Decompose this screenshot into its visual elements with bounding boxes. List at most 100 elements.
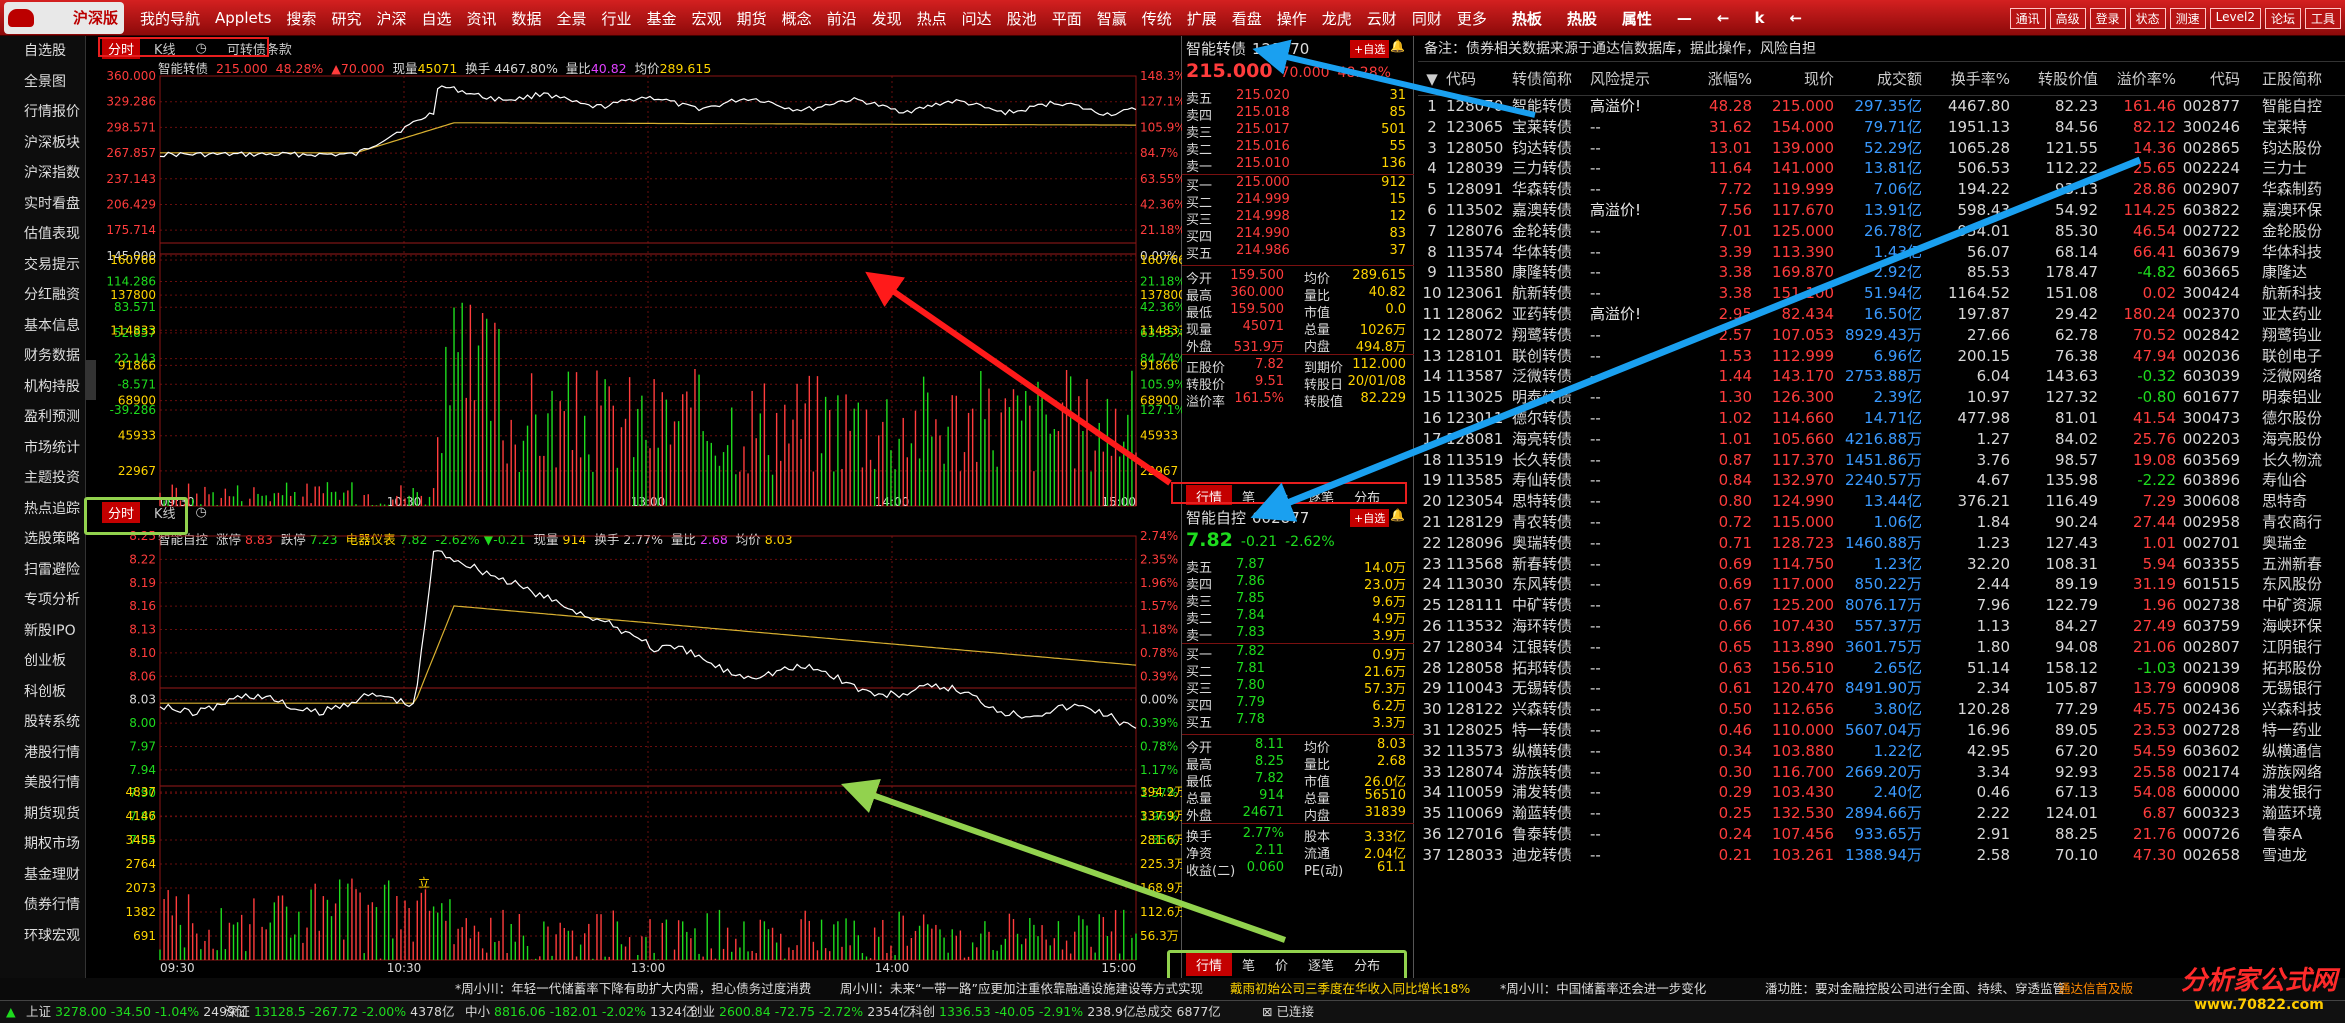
header-col-6[interactable]: 成交额 bbox=[1834, 62, 1922, 95]
sidebar-item-11[interactable]: 机构持股 bbox=[0, 372, 85, 403]
sidebar-collapse-handle[interactable] bbox=[86, 360, 96, 400]
table-row[interactable]: 27 128034 江银转债 -- 0.65 113.890 3601.75万 1.80 94.… bbox=[1418, 637, 2345, 658]
table-row[interactable]: 35 110069 瀚蓝转债 -- 0.25 132.530 2894.66万 2.22 124… bbox=[1418, 803, 2345, 824]
sys-button-6[interactable]: 论坛 bbox=[2264, 8, 2301, 29]
menu-item-24[interactable]: 操作 bbox=[1277, 8, 1307, 29]
table-row[interactable]: 37 128033 迪龙转债 -- 0.21 103.261 1388.94万 2.58 70.… bbox=[1418, 845, 2345, 866]
sidebar-item-24[interactable]: 美股行情 bbox=[0, 768, 85, 799]
table-row[interactable]: 28 128058 拓邦转债 -- 0.63 156.510 2.65亿 51.14 158.1… bbox=[1418, 658, 2345, 679]
sys-button-4[interactable]: 测速 bbox=[2169, 8, 2206, 29]
menu-item-32[interactable]: — bbox=[1677, 9, 1692, 27]
table-row[interactable]: 10 123061 航新转债 -- 3.38 151.100 51.94亿 1164.52 15… bbox=[1418, 283, 2345, 304]
menu-item-5[interactable]: 自选 bbox=[421, 8, 451, 29]
sys-button-7[interactable]: 工具 bbox=[2304, 8, 2341, 29]
table-row[interactable]: 14 113587 泛微转债 -- 1.44 143.170 2753.88万 6.04 143… bbox=[1418, 366, 2345, 387]
table-row[interactable]: 1 128070 智能转债 高溢价! 48.28 215.000 297.35亿 4467.8… bbox=[1418, 96, 2345, 117]
table-row[interactable]: 25 128111 中矿转债 -- 0.67 125.200 8076.17万 7.96 122… bbox=[1418, 595, 2345, 616]
header-col-7[interactable]: 换手率% bbox=[1922, 62, 2010, 95]
sys-button-2[interactable]: 登录 bbox=[2089, 8, 2126, 29]
menu-item-8[interactable]: 全景 bbox=[557, 8, 587, 29]
sidebar-item-19[interactable]: 新股IPO bbox=[0, 616, 85, 647]
status-cy[interactable]: 创业 2600.84 -72.75 -2.72% 2354亿 bbox=[690, 1001, 912, 1023]
table-row[interactable]: 2 123065 宝莱转债 -- 31.62 154.000 79.71亿 1951.13 84… bbox=[1418, 117, 2345, 138]
sidebar-item-17[interactable]: 扫雷避险 bbox=[0, 555, 85, 586]
table-row[interactable]: 34 110059 浦发转债 -- 0.29 103.430 2.40亿 0.46 67.13 5… bbox=[1418, 782, 2345, 803]
menu-item-13[interactable]: 概念 bbox=[782, 8, 812, 29]
header-col-2[interactable]: 转债简称 bbox=[1512, 62, 1590, 95]
sidebar-item-13[interactable]: 市场统计 bbox=[0, 433, 85, 464]
top-price-volume-chart[interactable]: 360.000 329.286 298.571 267.857 237.143 206.4… bbox=[96, 36, 1182, 510]
table-row[interactable]: 8 113574 华体转债 -- 3.39 113.390 1.43亿 56.07 68.14 6… bbox=[1418, 242, 2345, 263]
menu-item-15[interactable]: 发现 bbox=[872, 8, 902, 29]
sys-button-1[interactable]: 高级 bbox=[2049, 8, 2086, 29]
table-row[interactable]: 9 113580 康隆转债 -- 3.38 169.870 2.92亿 85.53 178.47… bbox=[1418, 262, 2345, 283]
menu-item-7[interactable]: 数据 bbox=[512, 8, 542, 29]
header-col-5[interactable]: 现价 bbox=[1752, 62, 1834, 95]
menu-item-25[interactable]: 龙虎 bbox=[1322, 8, 1352, 29]
table-row[interactable]: 4 128039 三力转债 -- 11.64 141.000 13.81亿 506.53 112… bbox=[1418, 158, 2345, 179]
sidebar-item-2[interactable]: 行情报价 bbox=[0, 97, 85, 128]
table-row[interactable]: 17 128081 海亮转债 -- 1.01 105.660 4216.88万 1.27 84.… bbox=[1418, 429, 2345, 450]
menu-item-10[interactable]: 基金 bbox=[647, 8, 677, 29]
sidebar-item-27[interactable]: 基金理财 bbox=[0, 860, 85, 891]
menu-item-0[interactable]: 我的导航 bbox=[140, 8, 200, 29]
sidebar-item-18[interactable]: 专项分析 bbox=[0, 585, 85, 616]
table-row[interactable]: 22 128096 奥瑞转债 -- 0.71 128.723 1460.88万 1.23 127… bbox=[1418, 533, 2345, 554]
sidebar-item-23[interactable]: 港股行情 bbox=[0, 738, 85, 769]
table-row[interactable]: 11 128062 亚药转债 高溢价! 2.95 82.434 16.50亿 197.87 29… bbox=[1418, 304, 2345, 325]
table-row[interactable]: 18 113519 长久转债 -- 0.87 117.370 1451.86万 3.76 98.… bbox=[1418, 450, 2345, 471]
table-row[interactable]: 30 128122 兴森转债 -- 0.50 112.656 3.80亿 120.28 77.2… bbox=[1418, 699, 2345, 720]
table-row[interactable]: 21 128129 青农转债 -- 0.72 115.000 1.06亿 1.84 90.24 2… bbox=[1418, 512, 2345, 533]
table-row[interactable]: 23 113568 新春转债 -- 0.69 114.750 1.23亿 32.20 108.3… bbox=[1418, 554, 2345, 575]
sidebar-item-29[interactable]: 环球宏观 bbox=[0, 921, 85, 952]
sys-button-3[interactable]: 状态 bbox=[2129, 8, 2166, 29]
sys-button-5[interactable]: Level2 bbox=[2209, 8, 2261, 29]
menu-item-19[interactable]: 平面 bbox=[1052, 8, 1082, 29]
table-row[interactable]: 29 110043 无锡转债 -- 0.61 120.470 8491.90万 2.34 105… bbox=[1418, 678, 2345, 699]
menu-item-3[interactable]: 研究 bbox=[331, 8, 361, 29]
menu-item-27[interactable]: 同财 bbox=[1412, 8, 1442, 29]
menu-item-12[interactable]: 期货 bbox=[737, 8, 767, 29]
menu-item-28[interactable]: 更多 bbox=[1457, 8, 1487, 29]
header-col-11[interactable]: 正股简称 bbox=[2240, 62, 2332, 95]
table-row[interactable]: 19 113585 寿仙转债 -- 0.84 132.970 2240.57万 4.67 135… bbox=[1418, 470, 2345, 491]
menu-item-29[interactable]: 热板 bbox=[1512, 8, 1542, 29]
sidebar-item-1[interactable]: 全景图 bbox=[0, 67, 85, 98]
header-col-1[interactable]: 代码 bbox=[1446, 62, 1512, 95]
table-row[interactable]: 3 128050 钧达转债 -- 13.01 139.000 52.29亿 1065.28 12… bbox=[1418, 138, 2345, 159]
bell-icon[interactable]: 🔔 bbox=[1390, 39, 1405, 53]
status-sh[interactable]: 上证 3278.00 -34.50 -1.04% 2499亿 bbox=[26, 1001, 248, 1023]
bottom-price-volume-chart[interactable]: 8.258.228.198.168.138.108.068.038.007.97… bbox=[96, 500, 1182, 978]
menu-item-30[interactable]: 热股 bbox=[1567, 8, 1597, 29]
sidebar-item-20[interactable]: 创业板 bbox=[0, 646, 85, 677]
bell-icon[interactable]: 🔔 bbox=[1390, 508, 1405, 522]
sidebar-item-5[interactable]: 实时看盘 bbox=[0, 189, 85, 220]
table-row[interactable]: 5 128091 华森转债 -- 7.72 119.999 7.06亿 194.22 93.13… bbox=[1418, 179, 2345, 200]
menu-item-2[interactable]: 搜索 bbox=[286, 8, 316, 29]
sidebar-item-8[interactable]: 分红融资 bbox=[0, 280, 85, 311]
menu-item-11[interactable]: 宏观 bbox=[692, 8, 722, 29]
table-row[interactable]: 7 128076 金轮转债 -- 7.01 125.000 26.78亿 954.01 85.3… bbox=[1418, 221, 2345, 242]
sidebar-item-6[interactable]: 估值表现 bbox=[0, 219, 85, 250]
menu-item-18[interactable]: 股池 bbox=[1007, 8, 1037, 29]
sidebar-item-3[interactable]: 沪深板块 bbox=[0, 128, 85, 159]
sys-button-0[interactable]: 通讯 bbox=[2009, 8, 2046, 29]
sidebar-item-15[interactable]: 热点追踪 bbox=[0, 494, 85, 525]
news-ticker[interactable]: *周小川：年轻一代储蓄率下降有助扩大内需，担心债务过度消费 周小川：未来“一带一… bbox=[0, 978, 2345, 1000]
menu-item-16[interactable]: 热点 bbox=[917, 8, 947, 29]
menu-item-1[interactable]: Applets bbox=[215, 9, 271, 27]
header-sort-icon[interactable]: ▼ bbox=[1418, 62, 1446, 95]
sidebar-item-0[interactable]: 自选股 bbox=[0, 36, 85, 67]
header-col-10[interactable]: 代码 bbox=[2176, 62, 2240, 95]
menu-item-9[interactable]: 行业 bbox=[602, 8, 632, 29]
menu-item-35[interactable]: ← bbox=[1789, 9, 1802, 27]
menu-item-6[interactable]: 资讯 bbox=[466, 8, 496, 29]
menu-item-22[interactable]: 扩展 bbox=[1187, 8, 1217, 29]
menu-item-34[interactable]: k bbox=[1754, 9, 1764, 27]
menu-item-17[interactable]: 问达 bbox=[962, 8, 992, 29]
header-col-9[interactable]: 溢价率% bbox=[2098, 62, 2176, 95]
table-row[interactable]: 16 123011 德尔转债 -- 1.02 114.660 14.71亿 477.98 81.… bbox=[1418, 408, 2345, 429]
menu-item-23[interactable]: 看盘 bbox=[1232, 8, 1262, 29]
sidebar-item-22[interactable]: 股转系统 bbox=[0, 707, 85, 738]
add-watchlist-button[interactable]: +自选 bbox=[1350, 40, 1390, 58]
